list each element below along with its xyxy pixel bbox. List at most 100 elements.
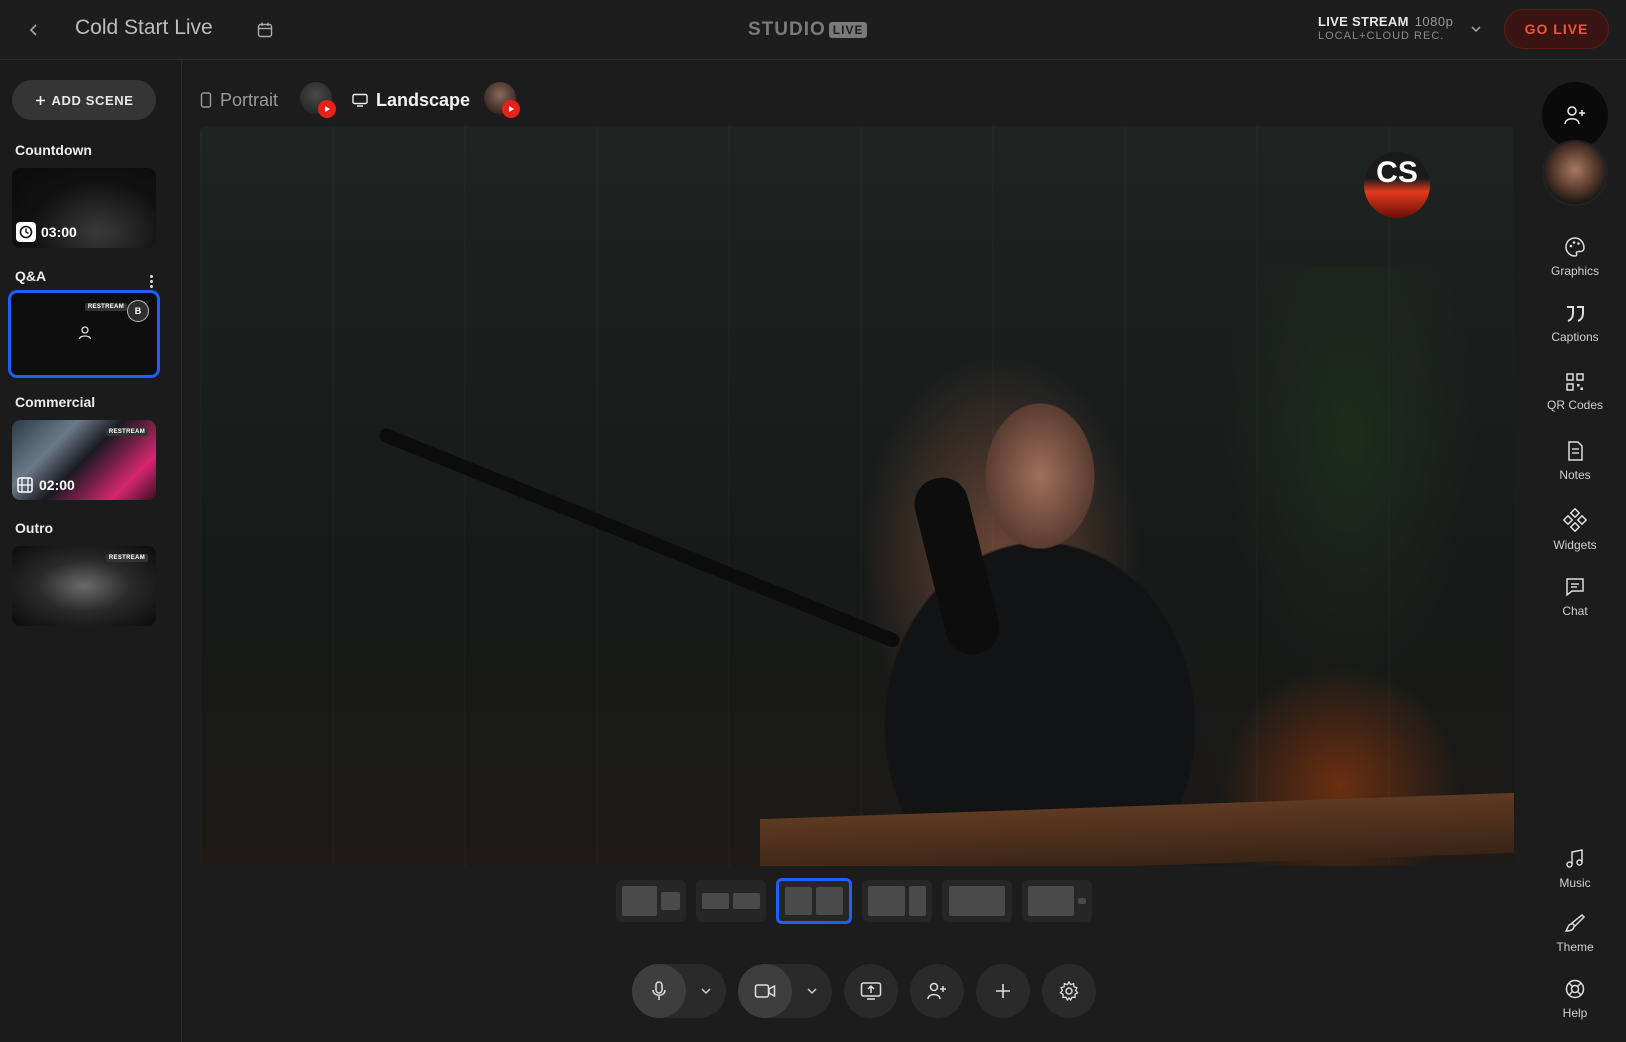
tool-qr-codes-label: QR Codes [1546, 398, 1604, 412]
invite-guest-button[interactable] [910, 964, 964, 1018]
scene-badge: B [127, 300, 149, 322]
screen-share-icon [860, 982, 882, 1000]
screen-share-button[interactable] [844, 964, 898, 1018]
layout-option-1[interactable] [616, 880, 686, 922]
kebab-icon [149, 274, 153, 278]
camera-toggle-button[interactable] [738, 964, 792, 1018]
add-scene-button[interactable]: ADD SCENE [12, 80, 156, 120]
scenes-sidebar: ADD SCENE Countdown 03:00 Q&A RESTREAM B… [0, 60, 182, 1042]
portrait-destination-avatar[interactable] [300, 82, 336, 118]
tool-captions[interactable]: Captions [1530, 304, 1620, 344]
stream-settings-dropdown[interactable] [1466, 19, 1486, 39]
scene-duration-text: 03:00 [41, 224, 77, 240]
mic-control-group [632, 964, 726, 1018]
film-icon [17, 477, 33, 493]
participant-avatar[interactable] [1542, 140, 1608, 206]
quote-icon [1567, 306, 1584, 322]
tab-landscape[interactable]: Landscape [352, 84, 470, 116]
stream-resolution: 1080p [1414, 14, 1454, 29]
camera-control-group [738, 964, 832, 1018]
tab-landscape-label: Landscape [376, 89, 471, 110]
tool-chat[interactable]: Chat [1530, 576, 1620, 618]
scene-options-button[interactable] [144, 272, 158, 290]
widgets-icon [1563, 508, 1587, 532]
scene-duration-text: 02:00 [39, 477, 75, 493]
restream-tag: RESTREAM [105, 554, 148, 562]
chevron-left-icon [29, 24, 37, 36]
settings-button[interactable] [1042, 964, 1096, 1018]
scene-label-outro: Outro [15, 520, 54, 536]
tool-help-label: Help [1562, 1006, 1588, 1020]
scene-thumbnail-outro[interactable]: RESTREAM [12, 546, 156, 626]
mic-options-dropdown[interactable] [686, 964, 726, 1018]
tool-graphics-label: Graphics [1550, 264, 1600, 278]
scene-duration: 02:00 [16, 476, 75, 494]
clock-icon [16, 222, 36, 242]
calendar-icon [257, 22, 273, 38]
microphone-icon [652, 981, 666, 1000]
tool-widgets[interactable]: Widgets [1530, 508, 1620, 552]
tool-theme[interactable]: Theme [1530, 912, 1620, 954]
chevron-down-icon [807, 988, 817, 995]
layout-option-5[interactable] [942, 880, 1012, 922]
add-guest-icon [927, 982, 946, 1000]
layout-option-2[interactable] [696, 880, 766, 922]
top-bar: Cold Start Live STUDIO LIVE LIVE STREAM 1… [0, 0, 1626, 60]
brush-icon [1564, 913, 1586, 932]
logo-badge: LIVE [828, 22, 868, 38]
camera-icon [754, 984, 776, 998]
tab-portrait-label: Portrait [220, 89, 279, 110]
tool-help[interactable]: Help [1530, 978, 1620, 1020]
chevron-down-icon [701, 988, 711, 995]
host-video [820, 276, 1260, 866]
youtube-icon [502, 100, 520, 118]
bottom-controls [632, 964, 1096, 1018]
user-icon [78, 326, 92, 340]
monitor-icon [352, 93, 368, 107]
mic-toggle-button[interactable] [632, 964, 686, 1018]
restream-tag: RESTREAM [105, 428, 148, 436]
schedule-button[interactable] [252, 17, 278, 43]
add-guest-icon [1564, 106, 1585, 125]
youtube-icon [318, 100, 336, 118]
scene-thumbnail-countdown[interactable]: 03:00 [12, 168, 156, 248]
go-live-button[interactable]: GO LIVE [1504, 9, 1609, 49]
scene-label-countdown: Countdown [15, 142, 92, 158]
studio-logo: STUDIO LIVE [748, 19, 868, 41]
tool-chat-label: Chat [1562, 604, 1588, 618]
layout-option-3[interactable] [776, 878, 852, 924]
tool-notes[interactable]: Notes [1530, 440, 1620, 482]
scene-thumbnail-commercial[interactable]: RESTREAM 02:00 [12, 420, 156, 500]
page-title: Cold Start Live [75, 16, 213, 39]
tool-notes-label: Notes [1559, 468, 1591, 482]
stream-type-label: LIVE STREAM [1318, 14, 1409, 29]
scene-thumbnail-qa[interactable]: RESTREAM B [8, 290, 160, 378]
stage-logo-badge[interactable]: CS [1364, 152, 1430, 218]
tool-music-label: Music [1559, 876, 1591, 890]
layout-option-4[interactable] [862, 880, 932, 922]
stream-settings[interactable]: LIVE STREAM 1080p LOCAL+CLOUD REC. [1318, 14, 1453, 44]
scene-label-commercial: Commercial [15, 394, 96, 410]
chevron-down-icon [1471, 26, 1481, 33]
add-source-button[interactable] [976, 964, 1030, 1018]
tool-qr-codes[interactable]: QR Codes [1530, 372, 1620, 412]
tool-captions-label: Captions [1551, 330, 1599, 344]
plus-icon [996, 984, 1010, 998]
music-icon [1566, 849, 1583, 868]
back-button[interactable] [20, 16, 48, 44]
stage-preview[interactable]: CS [200, 126, 1514, 866]
tool-graphics[interactable]: Graphics [1530, 236, 1620, 278]
layout-option-6[interactable] [1022, 880, 1092, 922]
tools-rail: Graphics Captions QR Codes Notes Widgets… [1530, 60, 1626, 1042]
add-participant-button[interactable] [1542, 82, 1608, 148]
landscape-destination-avatar[interactable] [484, 82, 520, 118]
notes-icon [1568, 441, 1583, 461]
camera-options-dropdown[interactable] [792, 964, 832, 1018]
tool-widgets-label: Widgets [1553, 538, 1597, 552]
scene-duration: 03:00 [16, 222, 77, 242]
add-scene-label: ADD SCENE [51, 92, 134, 108]
stream-recording-label: LOCAL+CLOUD REC. [1318, 30, 1445, 42]
tool-music[interactable]: Music [1530, 848, 1620, 890]
tab-portrait[interactable]: Portrait [200, 84, 278, 116]
restream-tag: RESTREAM [84, 303, 127, 311]
